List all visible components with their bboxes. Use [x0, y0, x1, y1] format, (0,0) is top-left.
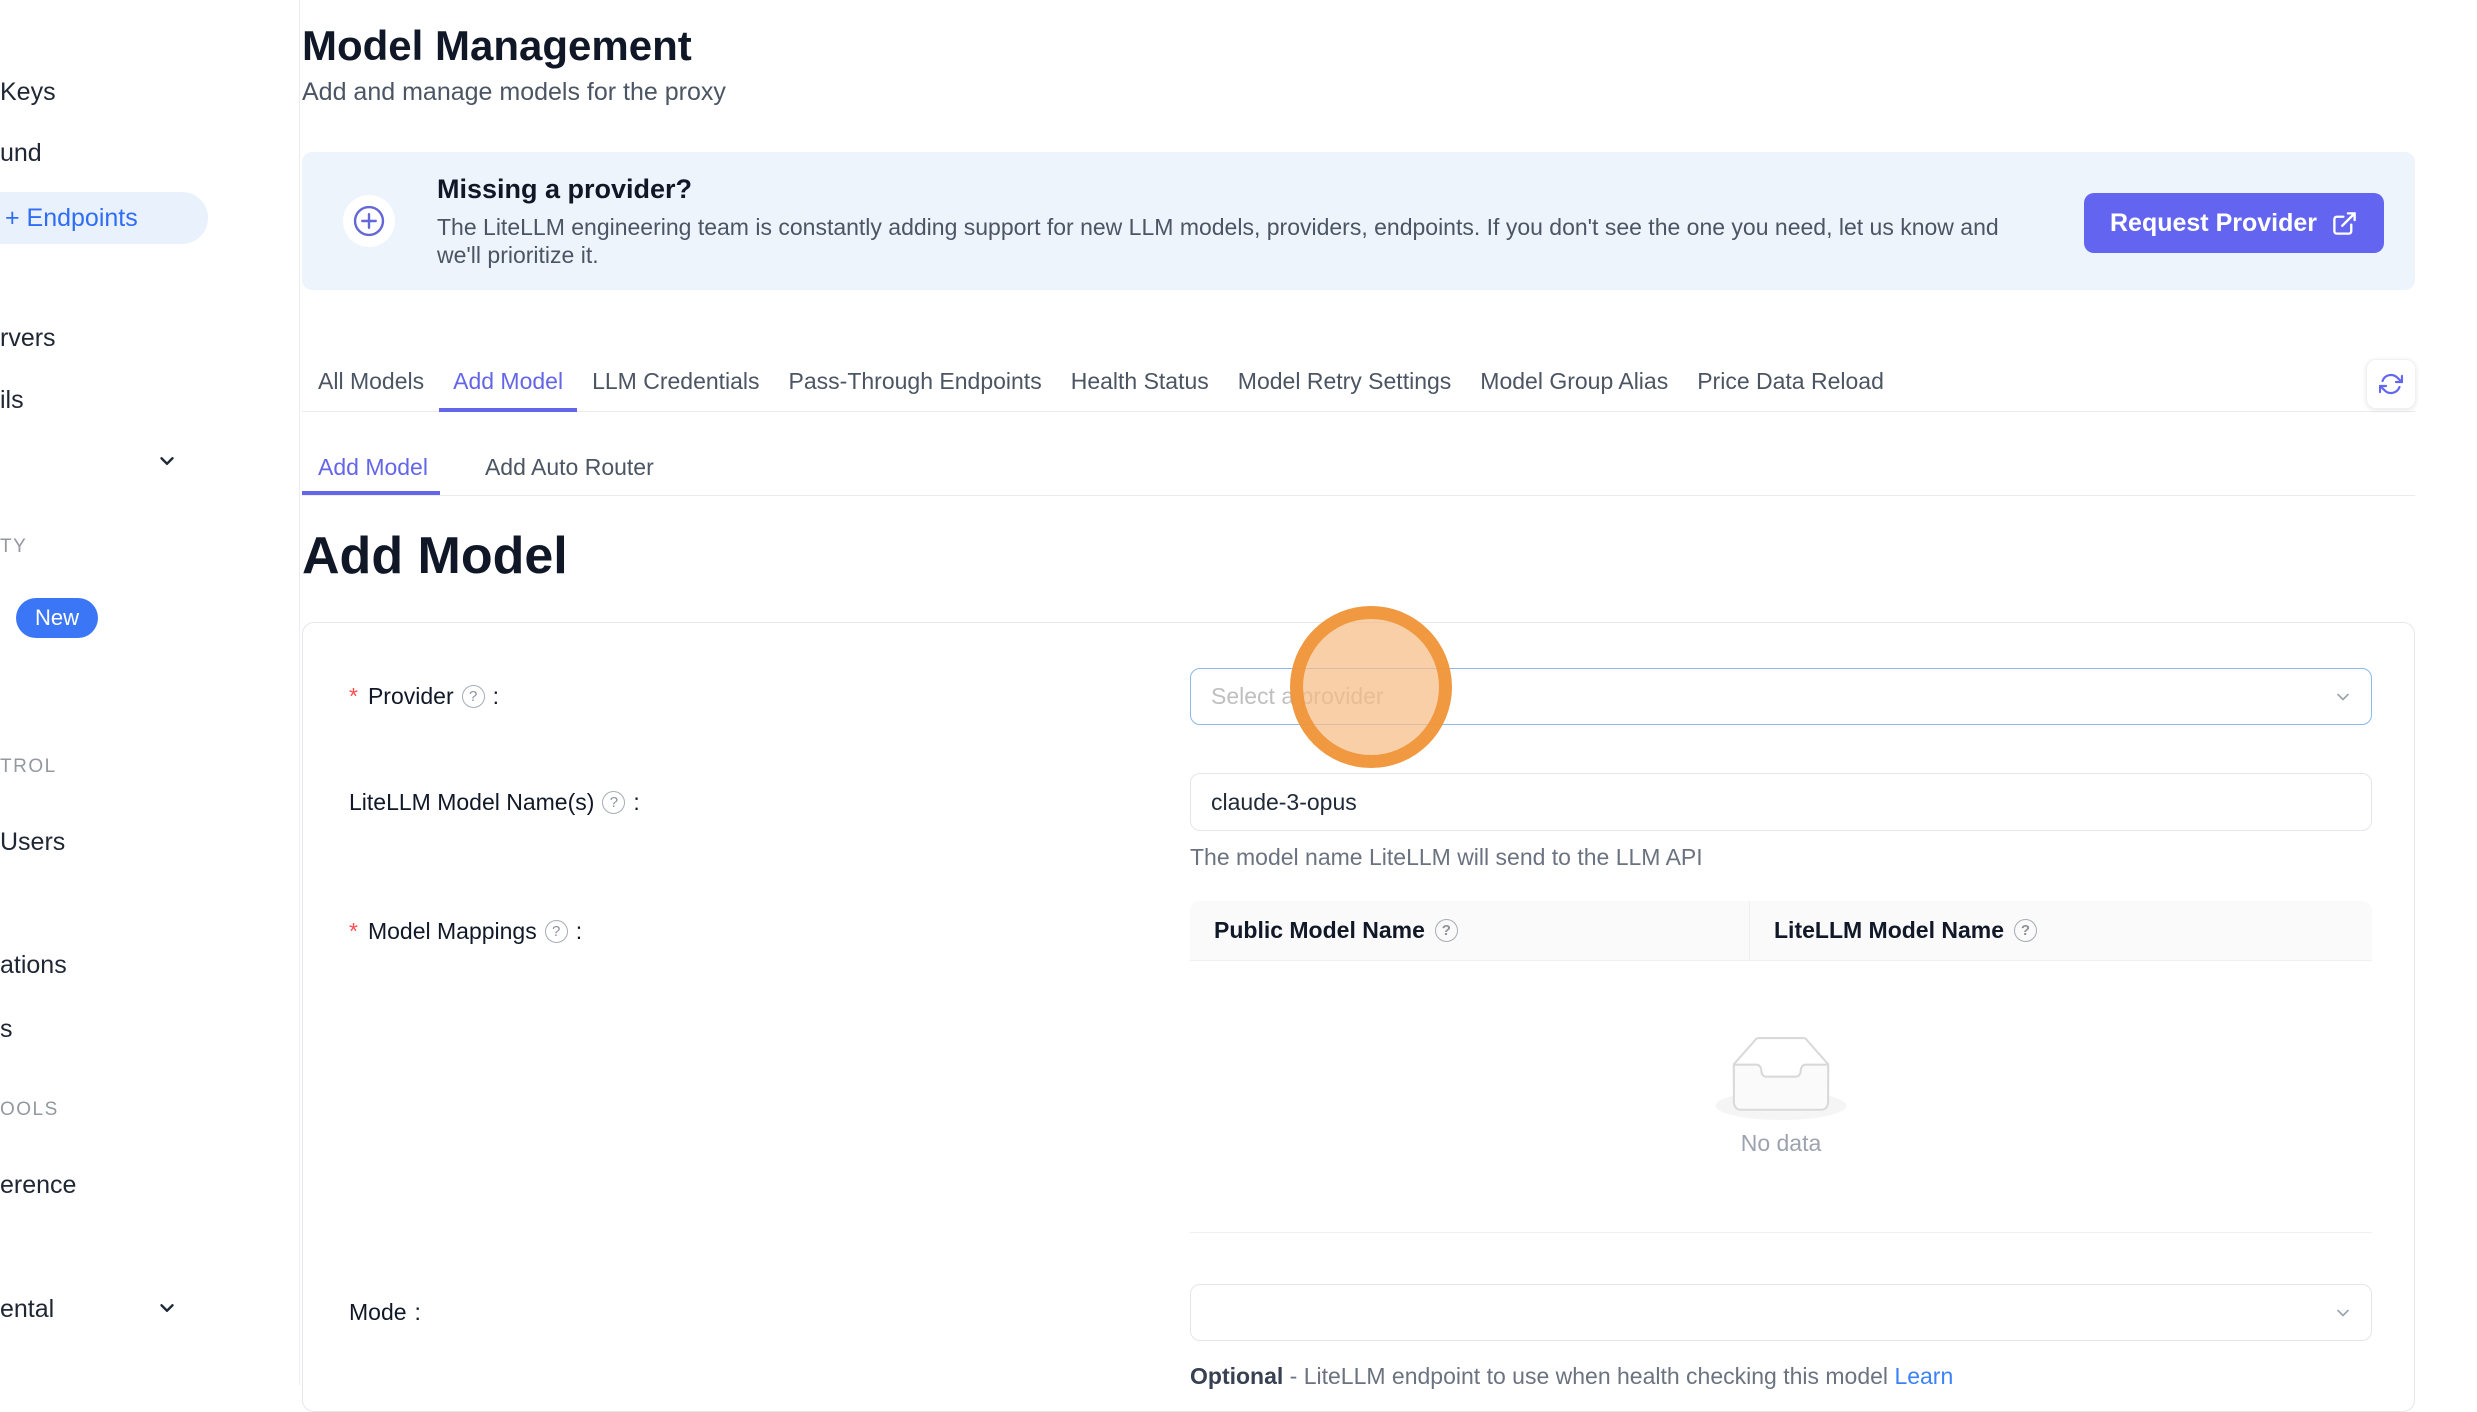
- provider-label: * Provider ? :: [349, 668, 499, 725]
- tab-health-status[interactable]: Health Status: [1071, 352, 1209, 411]
- model-mappings-table: Public Model Name ? LiteLLM Model Name ?…: [1190, 901, 2372, 1233]
- tab-pass-through-endpoints[interactable]: Pass-Through Endpoints: [789, 352, 1042, 411]
- tab-model-retry-settings[interactable]: Model Retry Settings: [1238, 352, 1451, 411]
- subtab-add-model[interactable]: Add Model: [302, 440, 440, 495]
- chevron-down-icon: [2333, 687, 2353, 707]
- litellm-model-name-input[interactable]: [1211, 789, 2351, 816]
- provider-placeholder: Select a provider: [1211, 683, 1384, 710]
- sidebar-item-virtual-keys[interactable]: Keys: [0, 78, 56, 107]
- table-header-row: Public Model Name ? LiteLLM Model Name ?: [1190, 901, 2372, 961]
- litellm-model-name-label: LiteLLM Model Name(s) ? :: [349, 773, 640, 831]
- sidebar-section-header-tools: OOLS: [0, 1099, 59, 1121]
- mode-select[interactable]: [1190, 1284, 2372, 1341]
- sidebar-item-servers[interactable]: rvers: [0, 324, 56, 353]
- litellm-model-name-field: [1190, 773, 2372, 831]
- sidebar-item-inference[interactable]: erence: [0, 1171, 76, 1200]
- chevron-down-icon[interactable]: [156, 450, 178, 472]
- provider-select[interactable]: Select a provider: [1190, 668, 2372, 725]
- mode-help-text: Optional - LiteLLM endpoint to use when …: [1190, 1363, 1953, 1390]
- help-icon[interactable]: ?: [1435, 919, 1458, 942]
- mode-help-optional: Optional: [1190, 1363, 1283, 1389]
- sidebar-item-guardrails[interactable]: ils: [0, 386, 24, 415]
- tab-model-group-alias[interactable]: Model Group Alias: [1480, 352, 1668, 411]
- sidebar-item-models-endpoints-active[interactable]: + Endpoints: [0, 192, 208, 244]
- subtab-add-auto-router[interactable]: Add Auto Router: [485, 440, 654, 495]
- missing-provider-banner: Missing a provider? The LiteLLM engineer…: [302, 152, 2415, 290]
- sidebar-section-header-access-control: TROL: [0, 756, 57, 778]
- chevron-down-icon[interactable]: [156, 1297, 178, 1319]
- page-title: Model Management: [302, 22, 692, 70]
- help-icon[interactable]: ?: [462, 685, 485, 708]
- request-provider-label: Request Provider: [2110, 209, 2317, 238]
- tab-llm-credentials[interactable]: LLM Credentials: [592, 352, 759, 411]
- banner-title: Missing a provider?: [437, 174, 692, 205]
- banner-text-line1: The LiteLLM engineering team is constant…: [437, 214, 1999, 241]
- add-model-form-card: * Provider ? : Select a provider LiteLLM…: [302, 622, 2415, 1412]
- mode-help-rest: - LiteLLM endpoint to use when health ch…: [1283, 1363, 1894, 1389]
- new-badge[interactable]: New: [16, 598, 98, 638]
- no-data-text: No data: [1741, 1130, 1822, 1157]
- banner-text-line2: we'll prioritize it.: [437, 242, 599, 269]
- model-mappings-label: * Model Mappings ? :: [349, 901, 582, 961]
- plus-circle-icon: [343, 195, 395, 247]
- column-public-model-name: Public Model Name ?: [1190, 901, 1750, 960]
- subtab-bar: Add Model Add Auto Router: [302, 440, 2415, 496]
- help-icon[interactable]: ?: [2014, 919, 2037, 942]
- add-model-heading: Add Model: [302, 526, 568, 586]
- sidebar-item-experimental[interactable]: ental: [0, 1295, 54, 1324]
- page-subtitle: Add and manage models for the proxy: [302, 78, 726, 107]
- learn-more-link[interactable]: Learn: [1894, 1363, 1953, 1389]
- sync-icon: [2379, 372, 2403, 396]
- sidebar-item-playground[interactable]: und: [0, 139, 42, 168]
- tab-price-data-reload[interactable]: Price Data Reload: [1697, 352, 1884, 411]
- required-asterisk: *: [349, 918, 358, 945]
- help-icon[interactable]: ?: [602, 791, 625, 814]
- sidebar-item-internal-users[interactable]: Users: [0, 828, 65, 857]
- column-litellm-model-name: LiteLLM Model Name ?: [1750, 901, 2037, 960]
- required-asterisk: *: [349, 683, 358, 710]
- empty-inbox-icon: [1715, 1036, 1847, 1120]
- sidebar-section-header: TY: [0, 536, 27, 558]
- sidebar-item-teams[interactable]: s: [0, 1015, 13, 1044]
- sidebar-item-label: + Endpoints: [0, 204, 138, 233]
- chevron-down-icon: [2333, 1303, 2353, 1323]
- tab-all-models[interactable]: All Models: [318, 352, 424, 411]
- refresh-button[interactable]: [2366, 359, 2416, 409]
- table-empty-state: No data: [1190, 961, 2372, 1233]
- request-provider-button[interactable]: Request Provider: [2084, 193, 2384, 253]
- sidebar-item-organizations[interactable]: ations: [0, 951, 67, 980]
- tab-add-model[interactable]: Add Model: [453, 352, 563, 411]
- mode-label: Mode :: [349, 1284, 421, 1341]
- tab-bar: All Models Add Model LLM Credentials Pas…: [302, 352, 2415, 412]
- external-link-icon: [2331, 210, 2358, 237]
- help-icon[interactable]: ?: [545, 920, 568, 943]
- sidebar: Keys und + Endpoints rvers ils TY New TR…: [0, 0, 300, 1385]
- litellm-model-name-help-text: The model name LiteLLM will send to the …: [1190, 844, 1703, 871]
